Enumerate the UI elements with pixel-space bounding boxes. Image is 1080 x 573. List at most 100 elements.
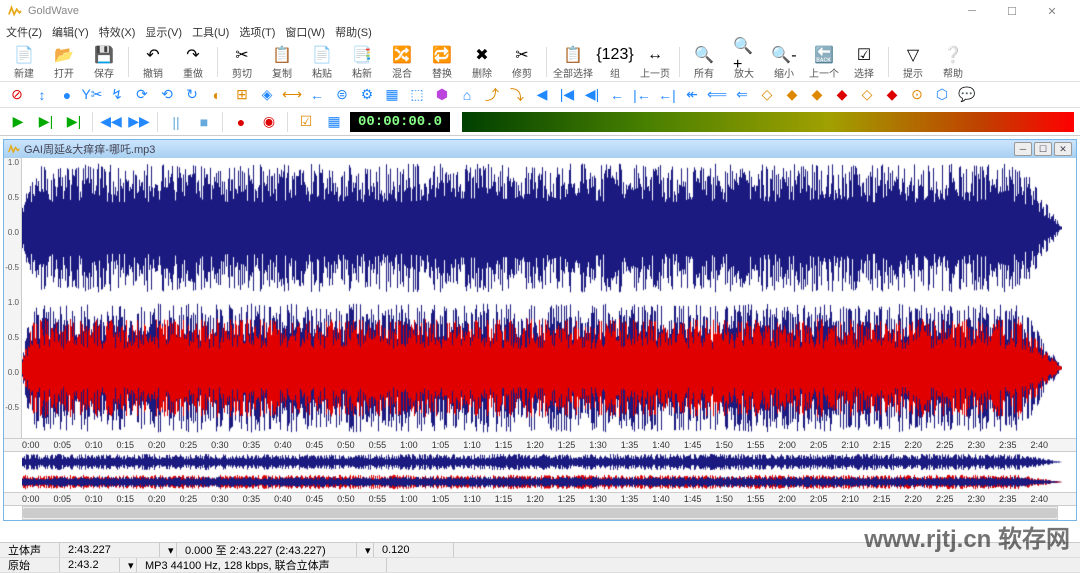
toolbar-button-修剪[interactable]: ✂修剪 — [504, 43, 540, 81]
toolbar-button-新建[interactable]: 📄新建 — [6, 43, 42, 81]
transport-button[interactable]: || — [164, 111, 188, 133]
effect-button[interactable]: ◆ — [881, 84, 903, 106]
toolbar-button-提示[interactable]: ▽提示 — [895, 43, 931, 81]
effect-button[interactable]: ⟸ — [706, 84, 728, 106]
menu-item[interactable]: 工具(U) — [192, 24, 229, 40]
effect-button[interactable]: ←| — [656, 84, 678, 106]
menu-item[interactable]: 文件(Z) — [6, 24, 42, 40]
waveform-area[interactable]: 1.00.50.0-0.5 1.00.50.0-0.5 0:000:050:10… — [4, 158, 1076, 520]
transport-button[interactable]: ● — [229, 111, 253, 133]
effect-button[interactable]: ⟷ — [281, 84, 303, 106]
effect-button[interactable]: ⇐ — [731, 84, 753, 106]
effect-button[interactable]: ◈ — [256, 84, 278, 106]
status-dropdown3-icon[interactable]: ▾ — [120, 558, 137, 572]
toolbar-button-缩小[interactable]: 🔍-缩小 — [766, 43, 802, 81]
effect-button[interactable]: ▦ — [381, 84, 403, 106]
effect-button[interactable]: ← — [606, 84, 628, 106]
channel-right[interactable]: 1.00.50.0-0.5 — [4, 298, 1076, 438]
effect-button[interactable]: ⬚ — [406, 84, 428, 106]
toolbar-button-删除[interactable]: ✖删除 — [464, 43, 500, 81]
time-ruler[interactable]: 0:000:050:100:150:200:250:300:350:400:45… — [4, 438, 1076, 452]
menu-item[interactable]: 帮助(S) — [335, 24, 372, 40]
effect-button[interactable]: ⤵ — [506, 84, 528, 106]
transport-button[interactable]: ▶| — [34, 111, 58, 133]
effect-button[interactable]: ◀| — [581, 84, 603, 106]
status-format[interactable]: MP3 44100 Hz, 128 kbps, 联合立体声 — [137, 558, 387, 572]
status-value[interactable]: 0.120 — [374, 543, 454, 557]
effect-button[interactable]: ● — [56, 84, 78, 106]
effect-button[interactable]: ↯ — [106, 84, 128, 106]
effect-button[interactable]: ⚙ — [356, 84, 378, 106]
effect-button[interactable]: ◀ — [531, 84, 553, 106]
toolbar-button-打开[interactable]: 📂打开 — [46, 43, 82, 81]
overview-ruler[interactable]: 0:000:050:100:150:200:250:300:350:400:45… — [4, 492, 1076, 506]
toolbar-button-组[interactable]: {123}组 — [597, 43, 633, 81]
transport-button[interactable]: ▶| — [62, 111, 86, 133]
effect-button[interactable]: Y✂ — [81, 84, 103, 106]
transport-button[interactable]: ▶▶ — [127, 111, 151, 133]
overview[interactable] — [4, 452, 1076, 492]
transport-button[interactable]: ☑ — [294, 111, 318, 133]
transport-button[interactable]: ▶ — [6, 111, 30, 133]
maximize-button[interactable]: ☐ — [992, 0, 1032, 22]
status-stereo[interactable]: 立体声 — [0, 543, 60, 557]
effect-button[interactable]: ↞ — [681, 84, 703, 106]
status-duration[interactable]: 2:43.227 — [60, 543, 160, 557]
transport-button[interactable]: ◀◀ — [99, 111, 123, 133]
doc-maximize-button[interactable]: ☐ — [1034, 142, 1052, 156]
status-dropdown1-icon[interactable]: ▾ — [160, 543, 177, 557]
status-range[interactable]: 0.000 至 2:43.227 (2:43.227) — [177, 543, 357, 557]
effect-button[interactable]: ⟲ — [156, 84, 178, 106]
status-original[interactable]: 原始 — [0, 558, 60, 572]
effect-button[interactable]: ↕ — [31, 84, 53, 106]
toolbar-button-保存[interactable]: 💾保存 — [86, 43, 122, 81]
effect-button[interactable]: ◇ — [856, 84, 878, 106]
toolbar-button-撤销[interactable]: ↶撤销 — [135, 43, 171, 81]
effect-button[interactable]: ◇ — [756, 84, 778, 106]
effect-button[interactable]: ⬢ — [431, 84, 453, 106]
transport-button[interactable]: ▦ — [322, 111, 346, 133]
menu-item[interactable]: 编辑(Y) — [52, 24, 89, 40]
effect-button[interactable]: ◆ — [806, 84, 828, 106]
menu-item[interactable]: 选项(T) — [239, 24, 275, 40]
effect-button[interactable]: ⊘ — [6, 84, 28, 106]
minimize-button[interactable]: ─ — [952, 0, 992, 22]
channel-left[interactable]: 1.00.50.0-0.5 — [4, 158, 1076, 298]
transport-button[interactable]: ◉ — [257, 111, 281, 133]
toolbar-button-混合[interactable]: 🔀混合 — [384, 43, 420, 81]
effect-button[interactable]: ← — [306, 84, 328, 106]
effect-button[interactable]: ◐ — [206, 84, 228, 106]
effect-button[interactable]: |◀ — [556, 84, 578, 106]
transport-button[interactable]: ■ — [192, 111, 216, 133]
toolbar-button-放大[interactable]: 🔍+放大 — [726, 43, 762, 81]
toolbar-button-替换[interactable]: 🔁替换 — [424, 43, 460, 81]
toolbar-button-复制[interactable]: 📋复制 — [264, 43, 300, 81]
toolbar-button-重做[interactable]: ↷重做 — [175, 43, 211, 81]
effect-button[interactable]: ◆ — [781, 84, 803, 106]
toolbar-button-帮助[interactable]: ❔帮助 — [935, 43, 971, 81]
effect-button[interactable]: ↻ — [181, 84, 203, 106]
effect-button[interactable]: |← — [631, 84, 653, 106]
toolbar-button-剪切[interactable]: ✂剪切 — [224, 43, 260, 81]
effect-button[interactable]: 💬 — [956, 84, 978, 106]
status-dur2[interactable]: 2:43.2 — [60, 558, 120, 572]
doc-close-button[interactable]: ✕ — [1054, 142, 1072, 156]
menu-item[interactable]: 显示(V) — [145, 24, 182, 40]
horizontal-scrollbar[interactable] — [22, 506, 1058, 520]
effect-button[interactable]: ⊙ — [906, 84, 928, 106]
toolbar-button-上一页[interactable]: ↔上一页 — [637, 43, 673, 81]
effect-button[interactable]: ◆ — [831, 84, 853, 106]
doc-minimize-button[interactable]: ─ — [1014, 142, 1032, 156]
toolbar-button-上一个[interactable]: 🔙上一个 — [806, 43, 842, 81]
effect-button[interactable]: ⊞ — [231, 84, 253, 106]
toolbar-button-粘贴[interactable]: 📄粘贴 — [304, 43, 340, 81]
close-button[interactable]: ✕ — [1032, 0, 1072, 22]
menu-item[interactable]: 特效(X) — [99, 24, 136, 40]
effect-button[interactable]: ⬡ — [931, 84, 953, 106]
effect-button[interactable]: ⤴ — [481, 84, 503, 106]
status-dropdown2-icon[interactable]: ▾ — [357, 543, 374, 557]
toolbar-button-选择[interactable]: ☑选择 — [846, 43, 882, 81]
toolbar-button-粘新[interactable]: 📑粘新 — [344, 43, 380, 81]
effect-button[interactable]: ⌂ — [456, 84, 478, 106]
effect-button[interactable]: ⊜ — [331, 84, 353, 106]
